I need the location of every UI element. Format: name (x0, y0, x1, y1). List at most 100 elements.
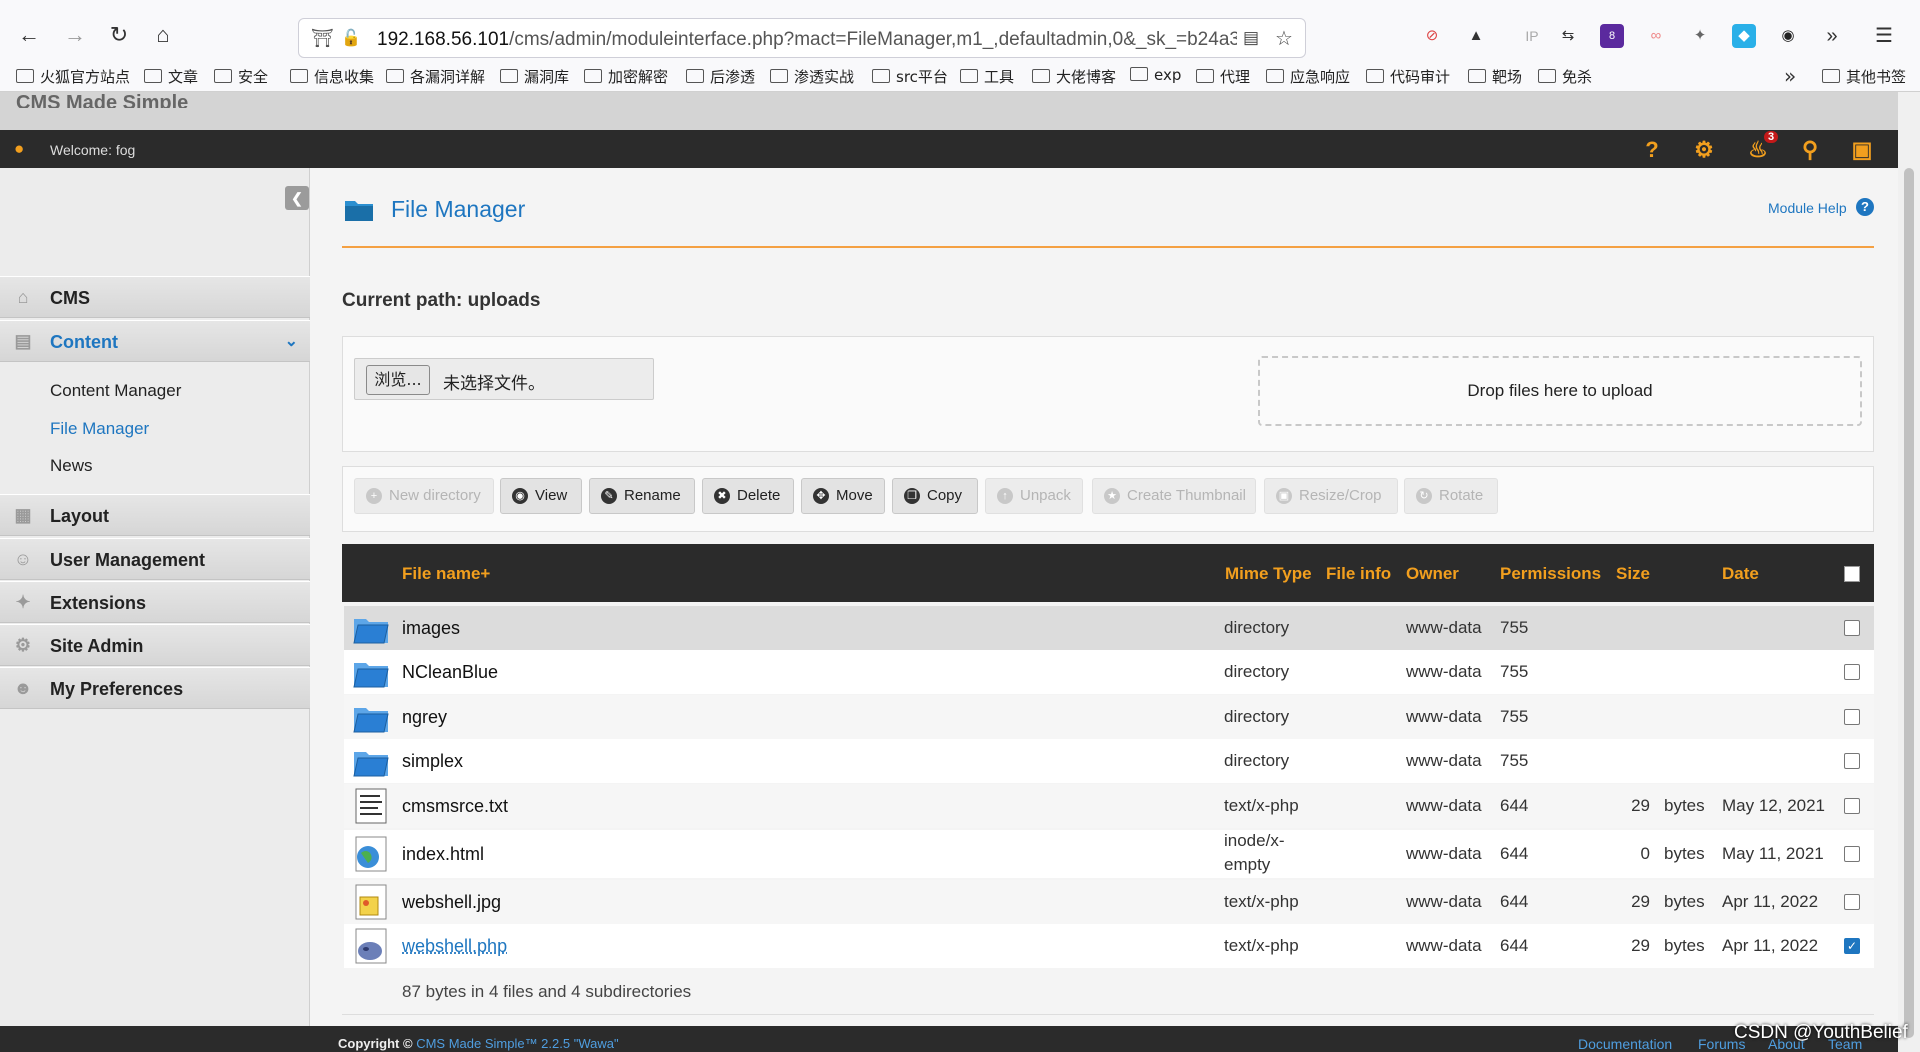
puzzle-extension-icon[interactable]: ✦ (1688, 24, 1712, 48)
cube-extension-icon[interactable]: ◆ (1732, 24, 1756, 48)
location-extension-icon[interactable]: ◉ (1776, 24, 1800, 48)
view-button[interactable]: ◉ View (500, 478, 582, 514)
globe-file-icon[interactable] (352, 835, 390, 873)
file-name-link[interactable]: index.html (402, 844, 484, 865)
back-icon[interactable]: ← (16, 22, 42, 48)
row-checkbox[interactable] (1844, 894, 1860, 910)
file-name-link[interactable]: webshell.php (402, 936, 507, 957)
file-name-link[interactable]: webshell.jpg (402, 892, 501, 913)
badge-extension-icon[interactable]: 8 (1600, 24, 1624, 48)
sidebar-item-news[interactable]: News (50, 456, 93, 476)
bookmark-item[interactable]: 文章 (144, 66, 198, 87)
folder-icon[interactable] (352, 698, 390, 736)
browse-button[interactable]: 浏览... (366, 365, 430, 395)
row-checkbox[interactable] (1844, 798, 1860, 814)
module-help-link[interactable]: Module Help (1768, 200, 1847, 216)
row-checkbox[interactable] (1844, 664, 1860, 680)
bookmark-item[interactable]: 加密解密 (584, 66, 668, 87)
bookmark-item[interactable]: 安全 (214, 66, 268, 87)
table-row[interactable] (344, 650, 1874, 694)
row-checkbox[interactable]: ✓ (1844, 938, 1860, 954)
table-row[interactable] (344, 695, 1874, 739)
bookmark-item[interactable]: src平台 (872, 66, 948, 87)
select-all-checkbox[interactable] (1844, 566, 1860, 582)
url-text[interactable]: 192.168.56.101/cms/admin/moduleinterface… (377, 29, 1237, 51)
column-file-name[interactable]: File name+ (402, 564, 490, 584)
file-name-link[interactable]: simplex (402, 751, 463, 772)
bookmark-item[interactable]: 代理 (1196, 66, 1250, 87)
table-row[interactable] (344, 606, 1874, 650)
logout-lock-icon[interactable]: ▣ (1850, 138, 1874, 162)
bookmark-item[interactable]: 各漏洞详解 (386, 66, 485, 87)
cms-logo[interactable]: CMS Made Simple (16, 92, 188, 108)
php-file-icon[interactable] (352, 927, 390, 965)
scrollbar-thumb[interactable] (1904, 168, 1914, 1038)
row-checkbox[interactable] (1844, 709, 1860, 725)
move-button[interactable]: ✥ Move (801, 478, 885, 514)
reload-icon[interactable]: ↻ (106, 22, 132, 48)
row-checkbox[interactable] (1844, 620, 1860, 636)
bookmark-item[interactable]: 代码审计 (1366, 66, 1450, 87)
bookmark-item[interactable]: 漏洞库 (500, 66, 569, 87)
sidebar-item-file-manager[interactable]: File Manager (50, 419, 149, 439)
sidebar-collapse-icon[interactable]: ❮ (285, 186, 309, 210)
sidebar-section-layout[interactable]: ▦ Layout (0, 494, 310, 536)
proxy-extension-icon[interactable]: ⇆ (1556, 24, 1580, 48)
sidebar-item-content-manager[interactable]: Content Manager (50, 381, 181, 401)
sidebar-section-extensions[interactable]: ✦ Extensions (0, 581, 310, 623)
bookmark-item[interactable]: 信息收集 (290, 66, 374, 87)
unpack-button[interactable]: ↑ Unpack (985, 478, 1083, 514)
bookmark-item[interactable]: 火狐官方站点 (16, 66, 130, 87)
new-directory-button[interactable]: + New directory (354, 478, 494, 514)
sidebar-section-my-preferences[interactable]: ☻ My Preferences (0, 667, 310, 709)
image-file-icon[interactable] (352, 883, 390, 921)
block-extension-icon[interactable]: ⊘ (1420, 24, 1444, 48)
bookmark-item[interactable]: 应急响应 (1266, 66, 1350, 87)
search-icon[interactable]: ⚲ (1798, 138, 1822, 162)
insecure-lock-icon[interactable]: 🔓 (341, 28, 361, 48)
folder-icon[interactable] (352, 609, 390, 647)
delete-button[interactable]: ✖ Delete (702, 478, 794, 514)
bookmark-star-icon[interactable]: ☆ (1275, 26, 1293, 51)
module-help-icon[interactable]: ? (1856, 198, 1874, 216)
footer-link-documentation[interactable]: Documentation (1578, 1036, 1672, 1052)
folder-icon[interactable] (352, 742, 390, 780)
bookmark-item[interactable]: 靶场 (1468, 66, 1522, 87)
bookmark-other[interactable]: 其他书签 (1822, 66, 1906, 87)
menu-icon[interactable]: ☰ (1872, 24, 1896, 48)
file-name-link[interactable]: cmsmsrce.txt (402, 796, 508, 817)
sidebar-section-cms[interactable]: ⌂ CMS (0, 276, 310, 318)
bookmark-item[interactable]: 免杀 (1538, 66, 1592, 87)
cms-version-link[interactable]: CMS Made Simple™ 2.2.5 "Wawa" (416, 1036, 618, 1051)
address-bar[interactable]: ⛩ 🔓 192.168.56.101/cms/admin/moduleinter… (298, 18, 1306, 58)
sidebar-section-user-management[interactable]: ☺ User Management (0, 538, 310, 580)
bookmark-item[interactable]: 渗透实战 (770, 66, 854, 87)
bookmark-item[interactable]: 工具 (960, 66, 1014, 87)
chevron-down-icon[interactable]: ⌄ (285, 331, 298, 351)
bookmark-item[interactable]: 后渗透 (686, 66, 755, 87)
resize-crop-button[interactable]: ▣ Resize/Crop (1264, 478, 1398, 514)
bookmarks-overflow-icon[interactable]: » (1784, 64, 1796, 88)
table-row[interactable] (344, 739, 1874, 783)
copy-button[interactable]: ❐ Copy (892, 478, 978, 514)
reader-view-icon[interactable]: ▤ (1243, 28, 1259, 48)
rotate-button[interactable]: ↻ Rotate (1404, 478, 1498, 514)
row-checkbox[interactable] (1844, 753, 1860, 769)
ip-extension-icon[interactable]: IP (1520, 24, 1544, 48)
circles-extension-icon[interactable]: ∞ (1644, 24, 1668, 48)
forward-icon[interactable]: → (62, 22, 88, 48)
hat-extension-icon[interactable]: ▲ (1464, 24, 1488, 48)
text-file-icon[interactable] (352, 787, 390, 825)
sidebar-section-site-admin[interactable]: ⚙ Site Admin (0, 624, 310, 666)
page-scrollbar[interactable] (1898, 92, 1920, 1052)
rename-button[interactable]: ✎ Rename (589, 478, 695, 514)
shield-icon[interactable]: ⛩ (311, 28, 334, 49)
help-icon[interactable]: ? (1640, 138, 1664, 162)
bookmark-item[interactable]: exp (1130, 66, 1181, 84)
file-name-link[interactable]: NCleanBlue (402, 662, 498, 683)
sidebar-section-content[interactable]: ▤ Content ⌄ (0, 320, 310, 362)
folder-icon[interactable] (352, 653, 390, 691)
overflow-chevron-icon[interactable]: » (1820, 24, 1844, 48)
drop-zone[interactable]: Drop files here to upload (1258, 356, 1862, 426)
settings-gear-icon[interactable]: ⚙ (1692, 138, 1716, 162)
